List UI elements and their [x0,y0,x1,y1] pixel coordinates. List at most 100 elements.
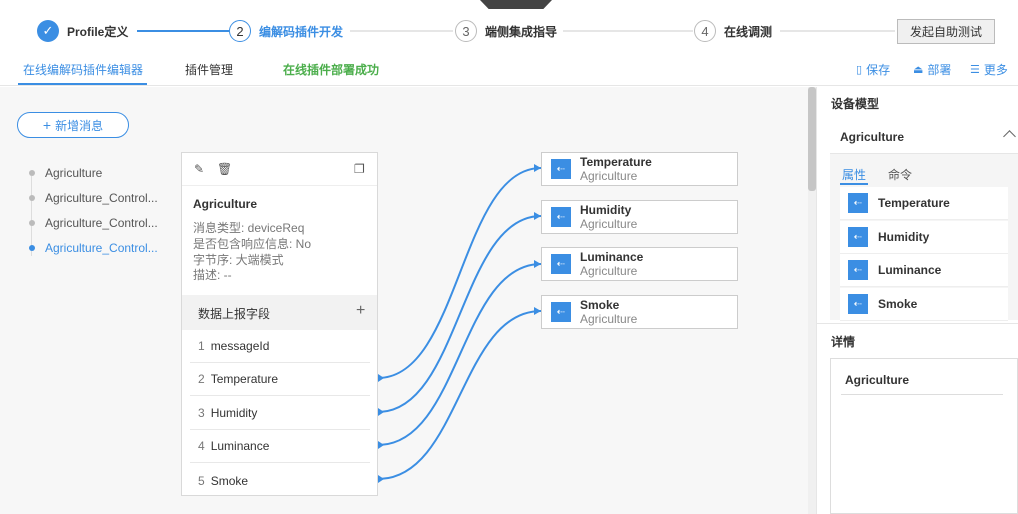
step-number: 2 [229,20,251,42]
field-number: 4 [198,439,205,453]
self-test-button[interactable]: 发起自助测试 [897,19,995,44]
device-model-panel: 设备模型 Agriculture 属性 命令 ⇠ Temperature ⇠ H… [816,87,1018,514]
property-icon: ⇠ [848,227,868,247]
message-label: Agriculture [45,165,103,180]
top-tab-tag[interactable] [480,0,552,9]
message-item[interactable]: Agriculture_Control... [26,185,166,210]
property-icon: ⇠ [551,254,571,274]
add-message-label: 新增消息 [55,118,104,133]
canvas-scrollbar[interactable] [808,87,816,514]
stepper: ✓ Profile定义 2 编解码插件开发 3 端侧集成指导 4 在线调测 发起… [0,0,1018,50]
dot-icon [29,194,35,201]
step-codec-dev[interactable]: 2 编解码插件开发 [229,20,343,42]
step-connector-4 [780,30,895,32]
field-number: 3 [198,406,205,420]
property-name: Temperature [580,155,652,169]
field-row[interactable]: 3 Humidity [190,397,370,430]
field-row[interactable]: 2 Temperature [190,363,370,396]
model-header[interactable]: Agriculture [830,120,1018,154]
scrollbar-thumb[interactable] [808,87,816,191]
chevron-up-icon[interactable] [1003,130,1016,143]
tab-commands[interactable]: 命令 [888,166,912,183]
tab-underline [18,83,147,85]
card-toolbar: ✎ 🗑 ❐ [182,153,377,186]
details-divider [841,394,1003,395]
edit-icon[interactable]: ✎ [194,162,204,176]
model-property-item[interactable]: ⇠ Temperature [840,187,1008,220]
property-name: Smoke [580,298,620,312]
device-model-title: 设备模型 [831,97,880,111]
message-card: ✎ 🗑 ❐ Agriculture 消息类型: deviceReq 是否包含响应… [181,152,378,496]
add-field-icon[interactable]: + [356,302,365,320]
deploy-success-message: 在线插件部署成功 [283,63,380,77]
details-box: Agriculture [830,358,1018,514]
field-row[interactable]: 1 messageId [190,330,370,363]
field-name: messageId [210,339,270,353]
save-button[interactable]: ▯ 保存 [856,61,890,78]
field-name: Smoke [210,473,249,488]
message-list: Agriculture Agriculture_Control... Agric… [26,160,166,260]
plus-icon: + [42,117,52,133]
fields-header-label: 数据上报字段 [198,307,271,321]
dot-icon [29,219,35,226]
message-label: Agriculture_Control... [45,215,158,230]
step-number: 4 [694,20,716,42]
property-name: Humidity [580,203,632,217]
property-box[interactable]: ⇠ Temperature Agriculture [541,152,738,186]
expand-icon[interactable]: ❐ [354,162,365,176]
step-online-debug[interactable]: 4 在线调测 [694,20,772,42]
details-title: 详情 [831,335,856,349]
step-label: Profile定义 [67,24,129,39]
step-profile[interactable]: ✓ Profile定义 [37,20,128,42]
tab-codec-editor[interactable]: 在线编解码插件编辑器 [23,61,143,78]
model-property-item[interactable]: ⇠ Smoke [840,288,1008,321]
dot-icon [29,244,35,251]
property-box[interactable]: ⇠ Luminance Agriculture [541,247,738,281]
message-description: 描述: -- [193,268,232,282]
tab-plugin-management[interactable]: 插件管理 [185,61,233,78]
property-name: Luminance [580,250,644,264]
message-response: 是否包含响应信息: No [193,237,312,251]
panel-divider [817,323,1018,324]
message-title: Agriculture [193,197,258,211]
model-property-name: Luminance [878,263,942,277]
dot-icon [29,169,35,176]
save-icon: ▯ [856,64,863,76]
step-number: 3 [455,20,477,42]
model-property-item[interactable]: ⇠ Humidity [840,221,1008,254]
menu-icon: ☰ [970,64,980,76]
add-message-button[interactable]: + 新增消息 [17,112,129,138]
more-button[interactable]: ☰ 更多 [970,61,1008,78]
property-icon: ⇠ [551,159,571,179]
property-box[interactable]: ⇠ Smoke Agriculture [541,295,738,329]
message-item[interactable]: Agriculture [26,160,166,185]
message-label: Agriculture_Control... [45,190,158,205]
field-row[interactable]: 5 Smoke [190,464,370,497]
property-service: Agriculture [580,217,638,231]
model-property-item[interactable]: ⇠ Luminance [840,254,1008,287]
deploy-button[interactable]: ⏏ 部署 [913,61,951,78]
step-integration[interactable]: 3 端侧集成指导 [455,20,557,42]
tab-underline [840,183,868,185]
field-number: 2 [198,372,205,386]
property-service: Agriculture [580,169,638,183]
tab-properties[interactable]: 属性 [842,166,866,183]
model-name: Agriculture [840,130,905,144]
more-label: 更多 [983,63,1008,77]
tab-bar: 在线编解码插件编辑器 插件管理 在线插件部署成功 ▯ 保存 ⏏ 部署 ☰ 更多 [0,50,1018,86]
deploy-icon: ⏏ [913,64,924,76]
field-number: 5 [198,473,205,488]
property-icon: ⇠ [848,193,868,213]
message-label: Agriculture_Control... [45,240,158,255]
property-box[interactable]: ⇠ Humidity Agriculture [541,200,738,234]
property-service: Agriculture [580,312,638,326]
property-icon: ⇠ [848,260,868,280]
check-icon: ✓ [37,20,59,42]
trash-icon[interactable]: 🗑 [217,162,232,176]
message-item[interactable]: Agriculture_Control... [26,210,166,235]
field-row[interactable]: 4 Luminance [190,430,370,463]
message-item-active[interactable]: Agriculture_Control... [26,235,166,260]
property-service: Agriculture [580,264,638,278]
save-label: 保存 [866,63,891,77]
message-type: 消息类型: deviceReq [193,221,305,235]
